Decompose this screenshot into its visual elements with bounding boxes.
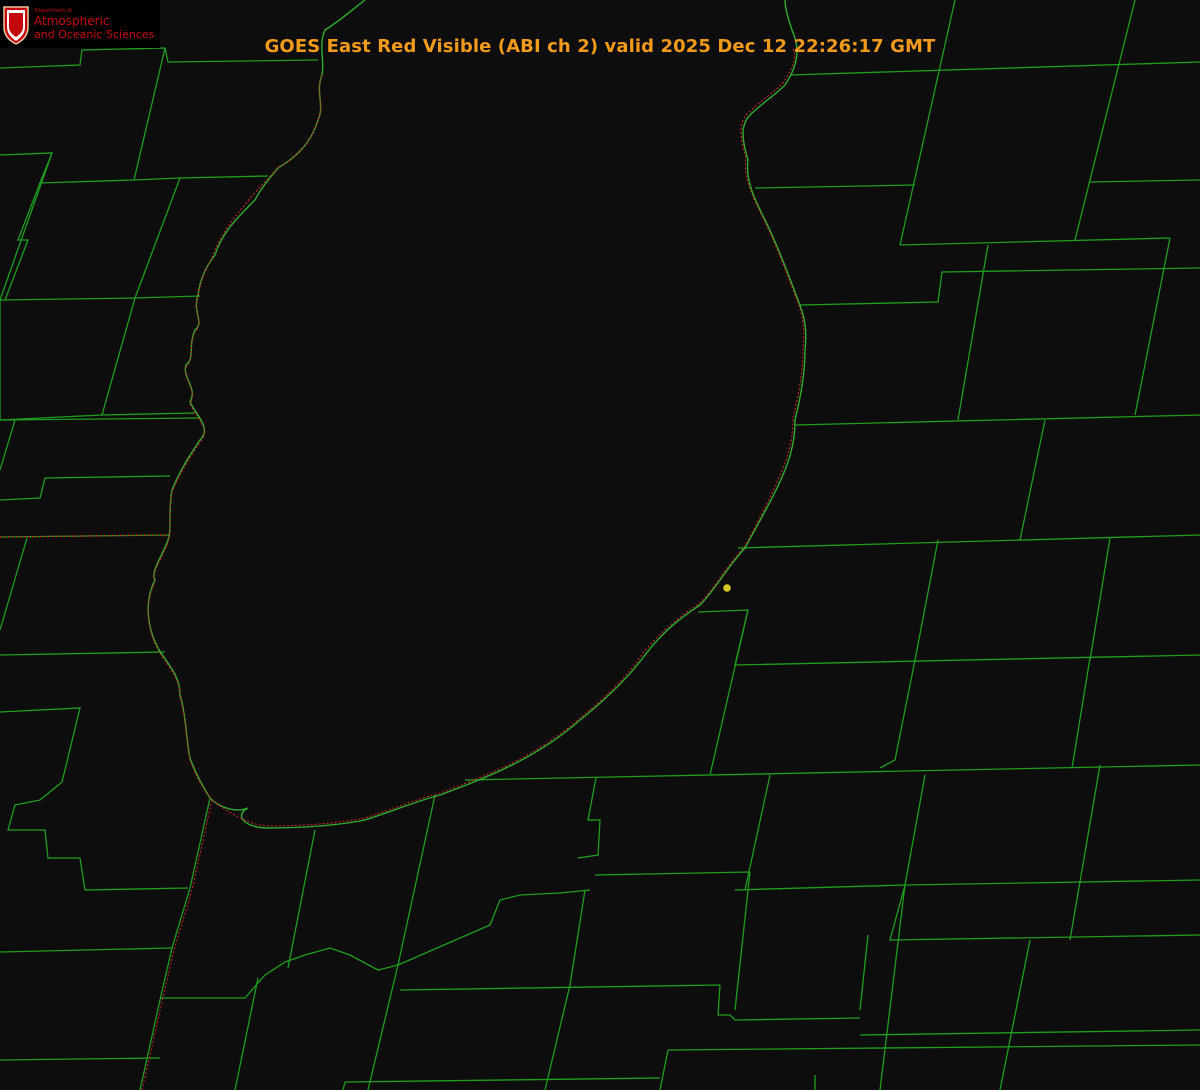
map-background: [0, 0, 1200, 1090]
station-marker: [723, 584, 731, 592]
map-title: GOES East Red Visible (ABI ch 2) valid 2…: [264, 36, 936, 57]
satellite-map: [0, 0, 1200, 1090]
logo-title-line1: Atmospheric: [34, 14, 110, 28]
